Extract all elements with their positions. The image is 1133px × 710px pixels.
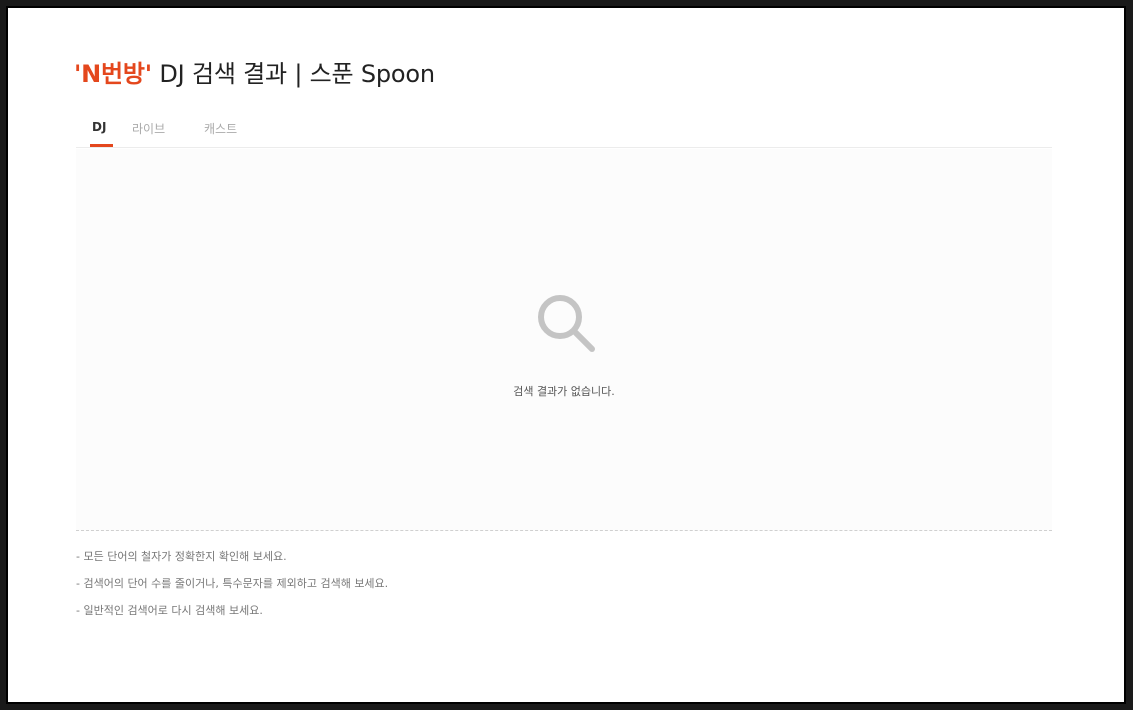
search-icon: [538, 295, 595, 352]
tab-cast[interactable]: 캐스트: [204, 120, 237, 137]
results-area: 검색 결과가 없습니다.: [76, 149, 1052, 531]
page-frame: 'N번방' DJ 검색 결과 | 스푼 Spoon DJ 라이브 캐스트 검색 …: [6, 6, 1126, 704]
tab-live[interactable]: 라이브: [132, 120, 165, 137]
empty-results-message: 검색 결과가 없습니다.: [513, 385, 615, 398]
active-tab-indicator: [90, 144, 113, 147]
tab-dj[interactable]: DJ: [92, 120, 106, 134]
search-tip: - 일반적인 검색어로 다시 검색해 보세요.: [76, 604, 263, 617]
search-tip: - 검색어의 단어 수를 줄이거나, 특수문자를 제외하고 검색해 보세요.: [76, 577, 389, 590]
result-tabs: DJ 라이브 캐스트: [76, 108, 1052, 148]
page-title-text: DJ 검색 결과 | 스푼 Spoon: [151, 60, 435, 88]
search-tip: - 모든 단어의 철자가 정확한지 확인해 보세요.: [76, 550, 287, 563]
page-title: 'N번방' DJ 검색 결과 | 스푼 Spoon: [74, 54, 435, 89]
search-keyword: 'N번방': [74, 60, 152, 88]
search-tips: - 모든 단어의 철자가 정확한지 확인해 보세요. - 검색어의 단어 수를 …: [76, 548, 388, 629]
